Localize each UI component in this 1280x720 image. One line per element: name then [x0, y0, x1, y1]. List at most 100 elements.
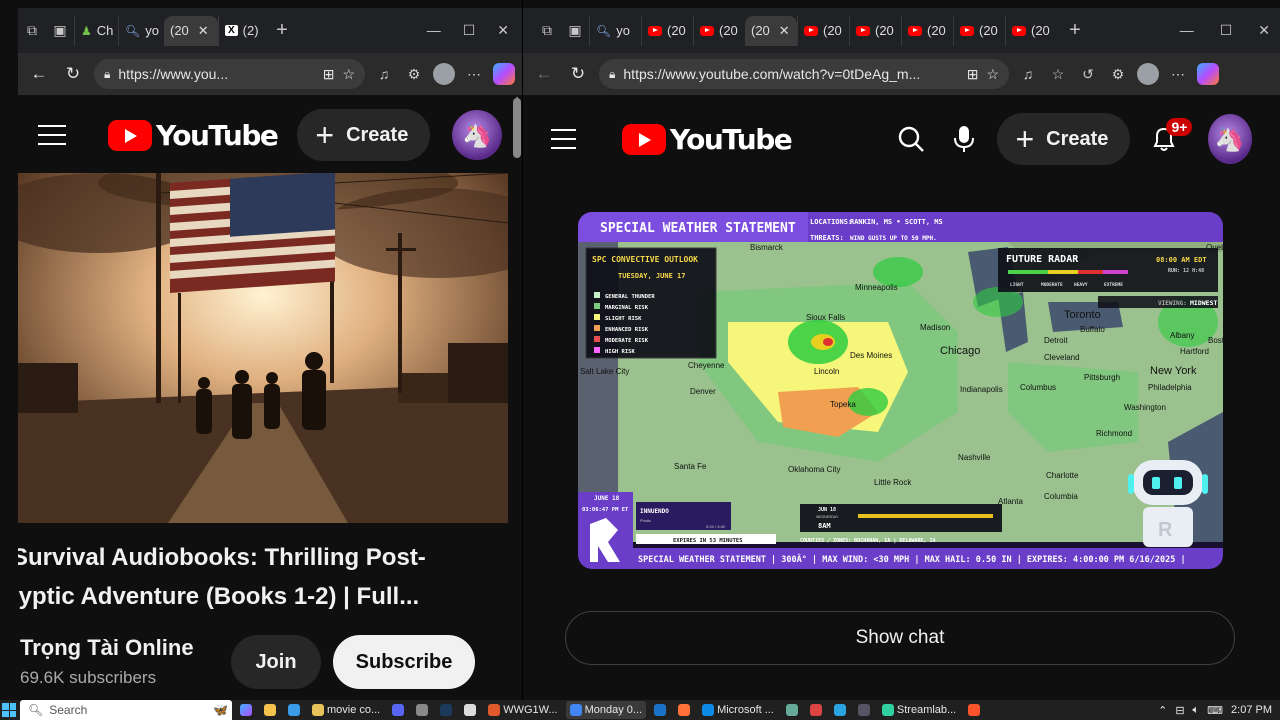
taskbar-brave-icon[interactable] [964, 701, 984, 719]
copilot-icon[interactable] [1197, 63, 1219, 85]
media-icon[interactable]: ♫ [1017, 63, 1039, 85]
taskbar-app-movie[interactable]: movie co... [308, 701, 384, 719]
taskbar-app-monday[interactable]: Monday 0... [565, 701, 647, 719]
tray-chevron-icon[interactable]: ⌃ [1158, 704, 1167, 717]
tab-actions-icon[interactable]: ▣ [561, 17, 589, 45]
more-menu-icon[interactable]: ⋯ [463, 63, 485, 85]
taskbar-firefox-icon[interactable] [674, 701, 694, 719]
split-screen-icon[interactable]: ⊞ [967, 66, 979, 83]
wx-music-time: 0:24 / 3:40 [706, 524, 726, 529]
menu-icon[interactable] [38, 125, 66, 145]
avatar[interactable]: 🦄 [452, 110, 503, 160]
notifications-button[interactable]: 9+ [1144, 117, 1193, 161]
workspaces-icon[interactable]: ⧉ [18, 17, 46, 45]
tab-right-6[interactable]: (20 [849, 15, 901, 46]
split-screen-icon[interactable]: ⊞ [323, 66, 335, 83]
taskbar-app-icon[interactable] [412, 701, 432, 719]
tab-left-2[interactable]: 🔍︎ yo [118, 15, 164, 46]
url-field[interactable]: 🔒︎ https://www.youtube.com/watch?v=0tDeA… [599, 59, 1009, 89]
youtube-logo[interactable]: YouTube [621, 123, 793, 156]
create-button[interactable]: + Create [297, 109, 431, 161]
taskbar-clock[interactable]: 2:07 PM [1231, 704, 1272, 716]
search-highlight-icon: 🦋 [213, 703, 228, 717]
favorites-icon[interactable]: ☆ [1047, 63, 1069, 85]
close-tab-icon[interactable]: ✕ [198, 23, 209, 39]
language-icon[interactable]: ⌨ [1207, 704, 1223, 717]
more-menu-icon[interactable]: ⋯ [1167, 63, 1189, 85]
search-icon[interactable] [891, 117, 930, 161]
taskbar-file-explorer-icon[interactable] [260, 701, 280, 719]
wx-timeline-time: 8AM [818, 522, 831, 530]
taskbar-copilot-icon[interactable] [236, 701, 256, 719]
tab-right-1[interactable]: 🔍︎ yo [589, 15, 641, 46]
tab-left-4[interactable]: X (2) [218, 15, 262, 46]
taskbar-app-microsoft[interactable]: Microsoft ... [698, 701, 778, 719]
extensions-icon[interactable]: ⚙ [403, 63, 425, 85]
profile-icon[interactable] [1137, 63, 1159, 85]
tab-actions-icon[interactable]: ▣ [46, 17, 74, 45]
microphone-icon[interactable] [944, 117, 983, 161]
workspaces-icon[interactable]: ⧉ [533, 17, 561, 45]
refresh-icon[interactable]: ↻ [60, 61, 86, 87]
taskbar-discord-icon[interactable] [388, 701, 408, 719]
favorite-star-icon[interactable]: ☆ [342, 66, 355, 83]
refresh-icon[interactable]: ↻ [565, 61, 591, 87]
taskbar-search[interactable]: 🔍︎ Search 🦋 [20, 700, 232, 720]
tab-right-7[interactable]: (20 [901, 15, 953, 46]
taskbar-steam-icon[interactable] [436, 701, 456, 719]
history-icon[interactable]: ↺ [1077, 63, 1099, 85]
avatar[interactable]: 🦄 [1207, 114, 1252, 164]
taskbar-app-wwg1w[interactable]: WWG1W... [484, 701, 561, 719]
wx-date-badge: JUNE 18 [594, 495, 620, 502]
tab-right-9[interactable]: (20 [1005, 15, 1057, 46]
tab-right-8[interactable]: (20 [953, 15, 1005, 46]
back-icon[interactable]: ← [26, 61, 52, 87]
video-player[interactable]: SPECIAL WEATHER STATEMENT LOCATIONS: RAN… [578, 212, 1223, 569]
new-tab-icon[interactable]: + [1061, 17, 1089, 45]
network-icon[interactable]: ⊟ [1175, 704, 1184, 717]
tab-right-4-active[interactable]: (20 ✕ [745, 15, 797, 46]
close-window-icon[interactable]: ✕ [497, 22, 509, 39]
copilot-icon[interactable] [493, 63, 515, 85]
youtube-logo[interactable]: YouTube [108, 119, 279, 152]
new-tab-icon[interactable]: + [268, 17, 296, 45]
maximize-icon[interactable]: ☐ [463, 22, 476, 39]
tab-left-1[interactable]: ♟ Ch [74, 15, 118, 46]
taskbar-store-icon[interactable] [284, 701, 304, 719]
create-button[interactable]: + Create [997, 113, 1131, 165]
url-field[interactable]: 🔒︎ https://www.you... ⊞ ☆ [94, 59, 365, 89]
profile-icon[interactable] [433, 63, 455, 85]
channel-name[interactable]: Trọng Tài Online [20, 635, 194, 661]
taskbar-app-icon-4[interactable] [854, 701, 874, 719]
close-tab-icon[interactable]: ✕ [779, 23, 790, 39]
extensions-icon[interactable]: ⚙ [1107, 63, 1129, 85]
taskbar-mail-icon[interactable] [650, 701, 670, 719]
minimize-icon[interactable]: — [1180, 22, 1194, 39]
tab-right-2[interactable]: (20 [641, 15, 693, 46]
tab-right-5[interactable]: (20 [797, 15, 849, 46]
taskbar-app-icon-2[interactable] [782, 701, 802, 719]
svg-text:ENHANCED RISK: ENHANCED RISK [605, 327, 649, 333]
taskbar-notepad-icon[interactable] [460, 701, 480, 719]
favorite-star-icon[interactable]: ☆ [986, 66, 999, 83]
media-icon[interactable]: ♫ [373, 63, 395, 85]
close-window-icon[interactable]: ✕ [1258, 22, 1270, 39]
volume-icon[interactable]: 🔈︎ [1193, 704, 1200, 717]
taskbar-app-icon-3[interactable] [806, 701, 826, 719]
taskbar-app-streamlabs[interactable]: Streamlab... [878, 701, 960, 719]
tab-left-3-active[interactable]: (20 ✕ [164, 15, 218, 46]
back-icon[interactable]: ← [531, 61, 557, 87]
svg-text:Cheyenne: Cheyenne [688, 361, 725, 370]
video-player[interactable] [18, 173, 508, 523]
taskbar-telegram-icon[interactable] [830, 701, 850, 719]
scrollbar-thumb[interactable] [513, 98, 521, 158]
maximize-icon[interactable]: ☐ [1220, 22, 1233, 39]
minimize-icon[interactable]: — [427, 22, 441, 39]
tab-right-3[interactable]: (20 [693, 15, 745, 46]
join-button[interactable]: Join [231, 635, 321, 689]
show-chat-button[interactable]: Show chat [565, 611, 1235, 665]
menu-icon[interactable] [551, 129, 576, 149]
subscribe-button[interactable]: Subscribe [333, 635, 475, 689]
windows-start-icon[interactable] [2, 703, 16, 717]
edge-icon [702, 704, 715, 716]
